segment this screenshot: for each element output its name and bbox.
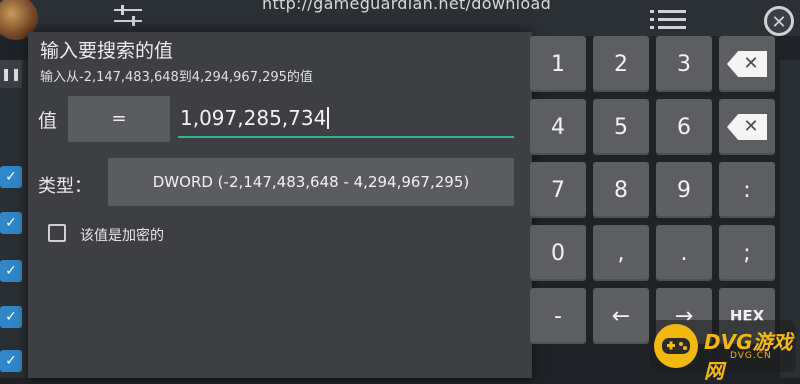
key-2[interactable]: 2 xyxy=(593,36,649,92)
type-select[interactable]: DWORD (-2,147,483,648 - 4,294,967,295) xyxy=(108,158,514,206)
dialog-title: 输入要搜索的值 xyxy=(40,40,174,62)
close-icon[interactable]: ✕ xyxy=(764,6,794,36)
value-label: 值 xyxy=(38,110,58,132)
checkbox-checked-icon[interactable]: ✓ xyxy=(0,166,22,188)
pause-icon[interactable]: ❚❚ xyxy=(0,60,22,88)
value-input-text: 1,097,285,734 xyxy=(180,106,327,130)
checkbox-checked-icon[interactable]: ✓ xyxy=(0,306,22,328)
clear-icon: ✕ xyxy=(727,114,767,140)
text-caret xyxy=(327,107,330,129)
range-hint: 输入从-2,147,483,648到4,294,967,295的值 xyxy=(40,70,313,85)
checkbox-checked-icon[interactable]: ✓ xyxy=(0,212,22,234)
search-value-dialog: 输入要搜索的值 输入从-2,147,483,648到4,294,967,295的… xyxy=(28,32,532,378)
type-label: 类型： xyxy=(38,176,92,197)
backspace-button[interactable]: ✕ xyxy=(719,36,775,92)
key-6[interactable]: 6 xyxy=(656,99,712,155)
key-4[interactable]: 4 xyxy=(530,99,586,155)
list-icon[interactable] xyxy=(648,8,688,30)
key-semicolon[interactable]: ; xyxy=(719,225,775,281)
key-colon[interactable]: : xyxy=(719,162,775,218)
checkbox-checked-icon[interactable]: ✓ xyxy=(0,350,22,372)
key-3[interactable]: 3 xyxy=(656,36,712,92)
key-1[interactable]: 1 xyxy=(530,36,586,92)
key-9[interactable]: 9 xyxy=(656,162,712,218)
key-period[interactable]: . xyxy=(656,225,712,281)
encrypted-label[interactable]: 该值是加密的 xyxy=(80,225,164,245)
numeric-keypad: 1 2 3 ✕ 4 5 6 ✕ 7 8 9 : 0 , . ; - ← → HE… xyxy=(530,36,778,356)
clear-button[interactable]: ✕ xyxy=(719,99,775,155)
watermark-subtext: DVG.CN xyxy=(730,351,772,361)
watermark: DVG游戏网 DVG.CN xyxy=(650,320,796,383)
gamepad-logo-icon xyxy=(654,324,698,368)
value-input[interactable]: 1,097,285,734 xyxy=(178,98,514,138)
backspace-icon: ✕ xyxy=(727,51,767,77)
checkbox-checked-icon[interactable]: ✓ xyxy=(0,260,22,282)
key-comma[interactable]: , xyxy=(593,225,649,281)
key-left-arrow[interactable]: ← xyxy=(593,288,649,344)
key-5[interactable]: 5 xyxy=(593,99,649,155)
encrypted-checkbox[interactable] xyxy=(48,224,66,242)
download-url: http://gameguardian.net/download xyxy=(262,0,552,13)
settings-sliders-icon[interactable] xyxy=(112,4,144,28)
key-7[interactable]: 7 xyxy=(530,162,586,218)
key-minus[interactable]: - xyxy=(530,288,586,344)
key-8[interactable]: 8 xyxy=(593,162,649,218)
operator-button[interactable]: = xyxy=(68,96,170,142)
key-0[interactable]: 0 xyxy=(530,225,586,281)
